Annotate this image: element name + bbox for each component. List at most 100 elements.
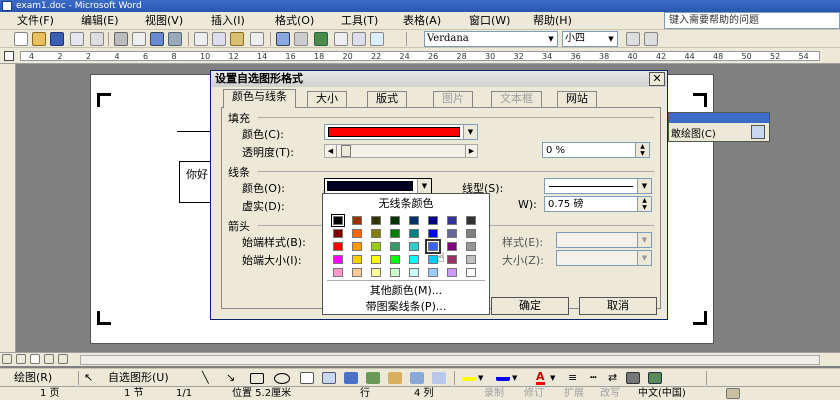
color-swatch[interactable] [371, 229, 381, 238]
permission-icon[interactable] [70, 32, 84, 46]
color-swatch[interactable] [428, 229, 438, 238]
menu-edit[interactable]: 编辑(E) [78, 14, 122, 28]
spelling-status-icon[interactable] [726, 388, 740, 399]
text-box-tool-icon[interactable] [300, 372, 314, 384]
shadow-style-icon[interactable] [626, 372, 640, 384]
slider-thumb[interactable] [341, 145, 351, 157]
research-icon[interactable] [168, 32, 182, 46]
color-swatch[interactable] [466, 216, 476, 225]
draw-menu-button[interactable]: 绘图(R) [14, 371, 52, 385]
insert-picture-icon[interactable] [410, 372, 424, 384]
select-objects-icon[interactable]: ↖ [84, 371, 93, 385]
outline-view-icon[interactable] [44, 354, 54, 364]
menu-insert[interactable]: 插入(I) [208, 14, 248, 28]
tab-colors-lines[interactable]: 颜色与线条 [223, 89, 296, 108]
color-swatch[interactable] [371, 242, 381, 251]
tab-size[interactable]: 大小 [307, 91, 347, 107]
ok-button[interactable]: 确定 [491, 297, 569, 315]
tab-web[interactable]: 网站 [557, 91, 597, 107]
vertical-text-box-icon[interactable] [322, 372, 336, 384]
clip-art-icon[interactable] [388, 372, 402, 384]
print-icon[interactable] [114, 32, 128, 46]
redo-icon[interactable] [294, 32, 308, 46]
web-layout-icon[interactable] [16, 354, 26, 364]
reading-layout-icon[interactable] [58, 354, 68, 364]
undo-icon[interactable] [276, 32, 290, 46]
rectangle-tool-icon[interactable] [250, 373, 264, 384]
color-swatch[interactable] [390, 216, 400, 225]
color-swatch[interactable] [352, 255, 362, 264]
color-swatch[interactable] [466, 268, 476, 277]
format-painter-icon[interactable] [250, 32, 264, 46]
slider-right-arrow-icon[interactable]: ▶ [465, 145, 477, 157]
autoshapes-menu-button[interactable]: 自选图形(U) [108, 371, 169, 385]
color-swatch[interactable] [333, 229, 343, 238]
chevron-down-icon[interactable]: ▼ [546, 33, 556, 45]
tab-layout[interactable]: 版式 [367, 91, 407, 107]
line-color-icon[interactable] [496, 371, 510, 381]
ruler-scale[interactable]: 4 2 2 4 6 8 10 12 14 16 18 20 22 24 26 28 30 32 34 36 38 40 42… [20, 51, 820, 61]
chevron-down-icon[interactable]: ▼ [550, 371, 555, 385]
color-swatch[interactable] [447, 229, 457, 238]
color-swatch[interactable] [352, 229, 362, 238]
italic-icon[interactable] [644, 32, 658, 46]
bold-icon[interactable] [626, 32, 640, 46]
color-swatch[interactable] [352, 268, 362, 277]
drawing-canvas-label[interactable]: 敢绘图(C) [671, 129, 716, 140]
chevron-down-icon[interactable]: ▼ [417, 179, 431, 193]
color-swatch[interactable] [352, 216, 362, 225]
open-folder-icon[interactable] [32, 32, 46, 46]
font-name-select[interactable]: Verdana ▼ [424, 31, 558, 47]
transparency-slider[interactable]: ◀ ▶ [324, 144, 478, 158]
chevron-down-icon[interactable]: ▼ [478, 371, 483, 385]
color-swatch[interactable] [466, 229, 476, 238]
status-extend[interactable]: 扩展 [564, 388, 584, 400]
line-style-icon[interactable]: ≡ [568, 371, 577, 385]
line-color-select[interactable]: ▼ [324, 178, 432, 194]
color-swatch[interactable] [390, 229, 400, 238]
spinner-icon[interactable]: ▲ ▼ [635, 143, 649, 157]
fill-color-select[interactable]: ▼ [324, 124, 478, 140]
spinner-icon[interactable]: ▲ ▼ [637, 197, 651, 211]
color-swatch[interactable] [409, 268, 419, 277]
slider-left-arrow-icon[interactable]: ◀ [325, 145, 337, 157]
wordart-icon[interactable] [344, 372, 358, 384]
color-swatch[interactable] [333, 255, 343, 264]
horizontal-scrollbar[interactable] [80, 355, 820, 365]
color-swatch[interactable] [371, 216, 381, 225]
status-record[interactable]: 录制 [484, 388, 504, 400]
menu-format[interactable]: 格式(O) [272, 14, 317, 28]
color-swatch[interactable] [333, 242, 343, 251]
print-preview-icon[interactable] [132, 32, 146, 46]
cut-icon[interactable] [194, 32, 208, 46]
arrow-tool-icon[interactable]: ↘ [226, 371, 235, 385]
color-swatch[interactable] [466, 242, 476, 251]
status-track-changes[interactable]: 修订 [524, 388, 544, 400]
copy-icon[interactable] [212, 32, 226, 46]
save-icon[interactable] [50, 32, 64, 46]
oval-tool-icon[interactable] [274, 373, 290, 384]
color-swatch[interactable] [371, 268, 381, 277]
font-color-icon[interactable]: A [536, 371, 545, 385]
diagram-icon[interactable] [366, 372, 380, 384]
color-swatch[interactable] [390, 268, 400, 277]
scale-drawing-icon[interactable] [751, 125, 765, 139]
color-swatch[interactable] [352, 242, 362, 251]
chevron-down-icon[interactable]: ▼ [637, 179, 651, 193]
insert-table-icon[interactable] [352, 32, 366, 46]
color-swatch[interactable] [333, 268, 343, 277]
tab-selector-icon[interactable] [4, 51, 14, 61]
color-swatch[interactable] [466, 255, 476, 264]
menu-tools[interactable]: 工具(T) [338, 14, 381, 28]
color-swatch[interactable] [447, 268, 457, 277]
color-swatch[interactable] [409, 242, 419, 251]
color-swatch[interactable] [409, 216, 419, 225]
color-swatch[interactable] [428, 216, 438, 225]
close-icon[interactable]: ✕ [649, 72, 665, 86]
color-swatch[interactable] [409, 255, 419, 264]
more-colors-option[interactable]: 其他颜色(M)... [323, 284, 489, 298]
patterned-lines-option[interactable]: 带图案线条(P)... [323, 300, 489, 314]
new-document-icon[interactable] [14, 32, 28, 46]
fill-color-icon[interactable] [462, 371, 476, 381]
insert-excel-icon[interactable] [370, 32, 384, 46]
